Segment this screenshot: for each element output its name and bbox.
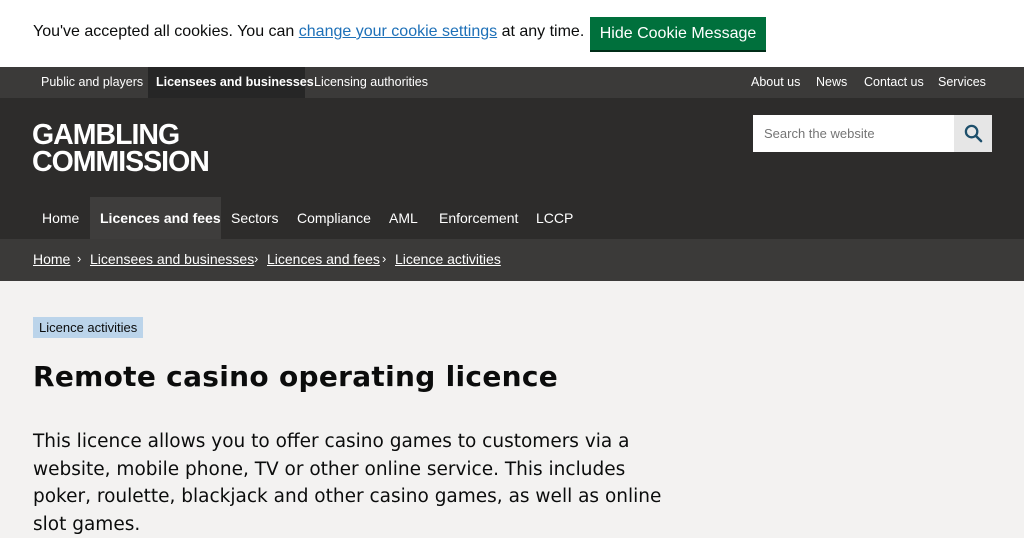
breadcrumb-licence-activities[interactable]: Licence activities — [395, 251, 501, 267]
breadcrumb-separator: › — [382, 251, 387, 266]
page-title: Remote casino operating licence — [33, 360, 559, 393]
logo-line-1: GAMBLING — [32, 119, 180, 151]
breadcrumb-separator: › — [254, 251, 259, 266]
audience-licensees-and-businesses[interactable]: Licensees and businesses — [148, 67, 314, 98]
news-link[interactable]: News — [808, 67, 855, 98]
hide-cookie-message-button[interactable]: Hide Cookie Message — [590, 17, 766, 50]
cookie-message: You've accepted all cookies. You can cha… — [33, 23, 584, 41]
about-us-link[interactable]: About us — [743, 67, 808, 98]
nav-lccp[interactable]: LCCP — [526, 197, 583, 239]
audience-licensing-authorities[interactable]: Licensing authorities — [306, 67, 436, 98]
search-input[interactable] — [753, 115, 954, 152]
main-nav: Home Licences and fees Sectors Complianc… — [0, 197, 1024, 239]
nav-home[interactable]: Home — [32, 197, 89, 239]
search-form — [753, 115, 992, 152]
nav-enforcement[interactable]: Enforcement — [429, 197, 528, 239]
nav-aml[interactable]: AML — [379, 197, 428, 239]
nav-sectors[interactable]: Sectors — [221, 197, 288, 239]
cookie-text-before: You've accepted all cookies. You can — [33, 23, 299, 40]
breadcrumb: Home › Licensees and businesses › Licenc… — [0, 239, 1024, 281]
logo-line-2: COMMISSION — [32, 146, 210, 178]
licence-activities-tag[interactable]: Licence activities — [33, 317, 144, 338]
services-link[interactable]: Services — [930, 67, 994, 98]
contact-us-link[interactable]: Contact us — [856, 67, 932, 98]
breadcrumb-licensees-and-businesses[interactable]: Licensees and businesses — [90, 251, 254, 267]
lead-paragraph: This licence allows you to offer casino … — [33, 431, 662, 535]
audience-nav: Public and players Licensees and busines… — [0, 67, 1024, 98]
nav-compliance[interactable]: Compliance — [287, 197, 381, 239]
search-button[interactable] — [954, 115, 992, 152]
search-icon — [964, 124, 983, 143]
audience-public-and-players[interactable]: Public and players — [33, 67, 151, 98]
cookie-banner: You've accepted all cookies. You can cha… — [0, 0, 1024, 67]
site-header: GAMBLING COMMISSION — [0, 98, 1024, 197]
cookie-text-after: at any time. — [497, 23, 585, 40]
breadcrumb-licences-and-fees[interactable]: Licences and fees — [267, 251, 380, 267]
breadcrumb-separator: › — [77, 251, 82, 266]
gambling-commission-logo[interactable]: GAMBLING COMMISSION — [32, 119, 210, 178]
breadcrumb-home[interactable]: Home — [33, 251, 70, 267]
cookie-settings-link[interactable]: change your cookie settings — [299, 23, 497, 40]
nav-licences-and-fees[interactable]: Licences and fees — [90, 197, 221, 239]
